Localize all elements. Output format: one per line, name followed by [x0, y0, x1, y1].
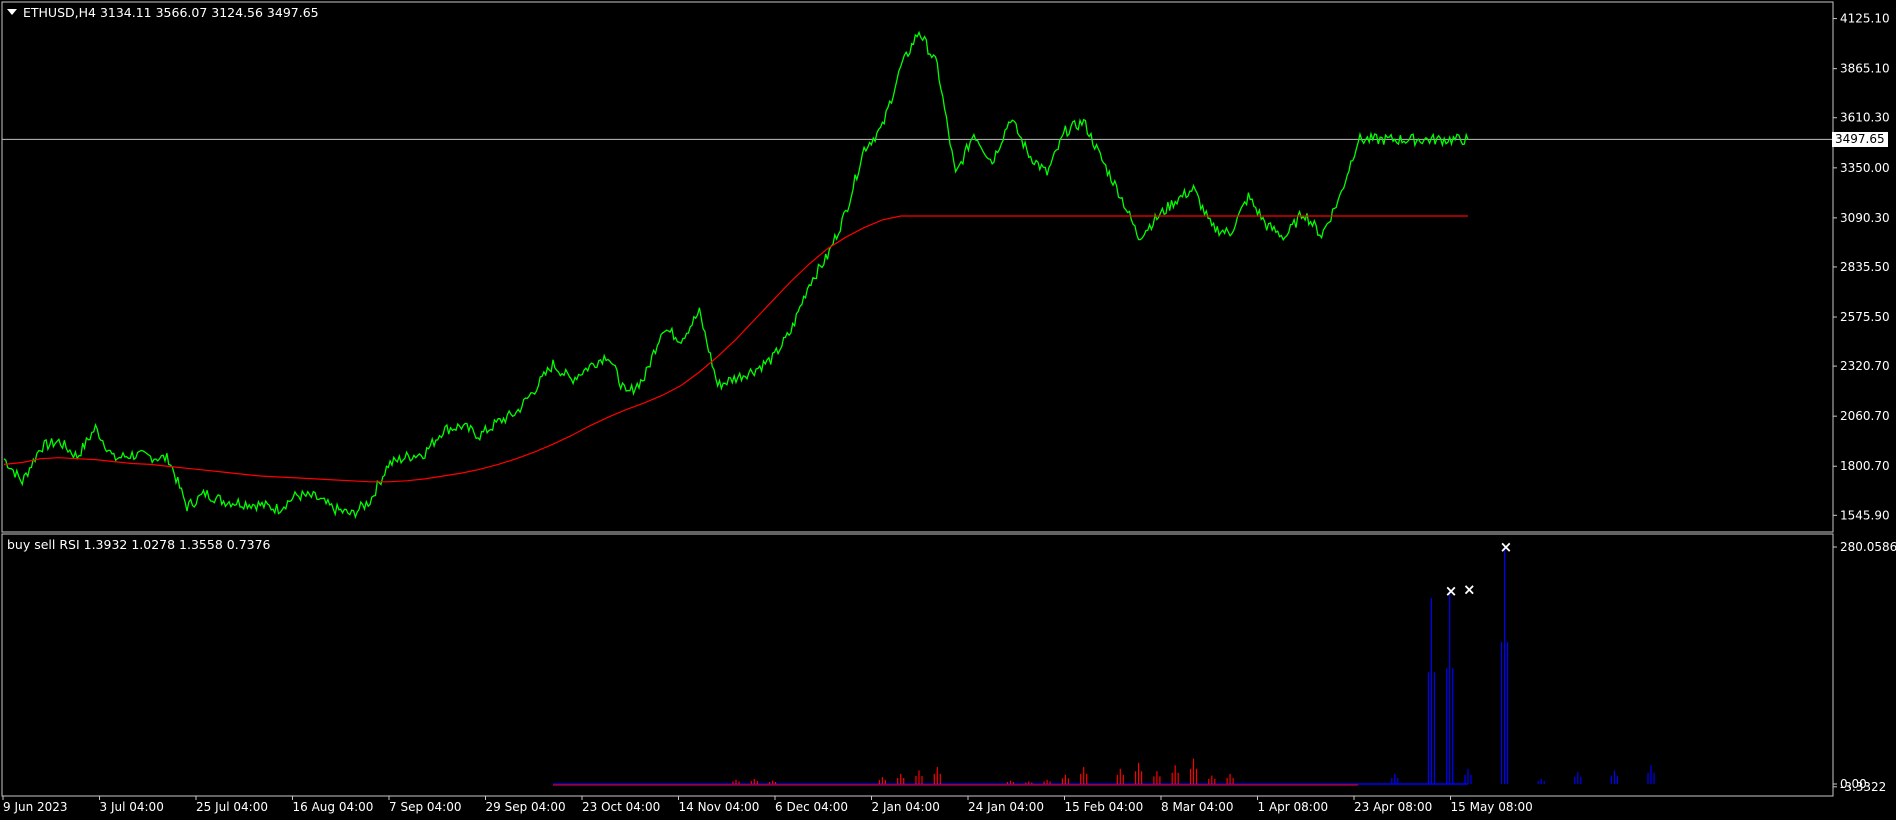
- price-axis: 4125.10 3865.10 3610.30 3350.00 3090.30 2835.…: [1833, 12, 1890, 522]
- price-axis-label: 1545.90: [1840, 508, 1890, 522]
- price-axis-label: 4125.10: [1840, 12, 1890, 26]
- indicator-header: buy sell RSI 1.3932 1.0278 1.3558 0.7376: [7, 537, 271, 552]
- price-axis-label: 3610.30: [1840, 111, 1890, 125]
- moving-average-line: [3, 215, 1468, 483]
- symbol-ohlc: ETHUSD,H4 3134.11 3566.07 3124.56 3497.6…: [23, 5, 319, 20]
- time-axis-label: 15 May 08:00: [1451, 800, 1533, 814]
- time-axis-label: 29 Sep 04:00: [486, 800, 566, 814]
- indicator-axis-label: -3.3322: [1840, 780, 1886, 794]
- time-axis-label: 9 Jun 2023: [3, 800, 68, 814]
- symbol-header[interactable]: ETHUSD,H4 3134.11 3566.07 3124.56 3497.6…: [7, 5, 319, 20]
- time-axis-label: 7 Sep 04:00: [389, 800, 461, 814]
- indicator-axis: 280.05860.00-3.3322: [1833, 540, 1896, 794]
- price-axis-label: 2575.50: [1840, 310, 1890, 324]
- indicator-panel-frame: [1, 533, 1834, 797]
- price-axis-label: 2060.70: [1840, 409, 1890, 423]
- price-panel-frame: [1, 1, 1834, 533]
- time-axis-label: 23 Oct 04:00: [582, 800, 660, 814]
- time-axis-label: 6 Dec 04:00: [775, 800, 848, 814]
- time-axis-label: 15 Feb 04:00: [1065, 800, 1144, 814]
- time-axis: 9 Jun 2023 3 Jul 04:00 25 Jul 04:00 16 Aug …: [2, 796, 1533, 814]
- price-axis-label: 3350.00: [1840, 161, 1890, 175]
- rsi-bars-layer: × × ×: [553, 538, 1655, 786]
- price-axis-label: 3090.30: [1840, 211, 1890, 225]
- time-axis-label: 1 Apr 08:00: [1258, 800, 1329, 814]
- current-price-label: 3497.65: [1832, 132, 1888, 148]
- price-axis-label: 2835.50: [1840, 260, 1890, 274]
- price-axis-label: 1800.70: [1840, 459, 1890, 473]
- time-axis-label: 24 Jan 04:00: [968, 800, 1044, 814]
- indicator-axis-label: 280.0586: [1840, 540, 1896, 554]
- price-axis-label: 3865.10: [1840, 62, 1890, 76]
- chart-canvas: × × × 4125.10 3865.10 3610.30 3350.00 3090.30 2…: [1, 1, 1896, 814]
- signal-marker: ×: [1445, 582, 1458, 600]
- time-axis-label: 23 Apr 08:00: [1354, 800, 1432, 814]
- signal-marker: ×: [1500, 538, 1513, 556]
- time-axis-label: 8 Mar 04:00: [1161, 800, 1234, 814]
- time-axis-label: 3 Jul 04:00: [100, 800, 164, 814]
- time-axis-label: 16 Aug 04:00: [293, 800, 374, 814]
- time-axis-label: 2 Jan 04:00: [872, 800, 940, 814]
- price-axis-label: 2320.70: [1840, 359, 1890, 373]
- time-axis-label: 14 Nov 04:00: [679, 800, 760, 814]
- dropdown-triangle-icon[interactable]: [7, 9, 17, 15]
- signal-marker: ×: [1463, 580, 1476, 598]
- price-line: [3, 30, 1469, 520]
- time-axis-label: 25 Jul 04:00: [196, 800, 268, 814]
- price-series-layer: [2, 30, 1833, 520]
